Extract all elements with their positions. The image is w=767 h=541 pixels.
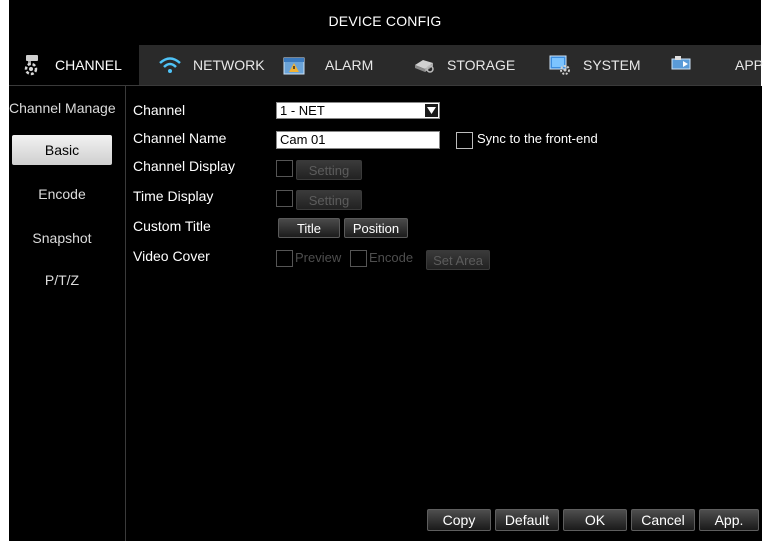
channel-name-label: Channel Name: [133, 130, 227, 146]
sidebar-item-snapshot[interactable]: Snapshot: [12, 223, 112, 253]
copy-button[interactable]: Copy: [427, 509, 491, 531]
custom-title-label: Custom Title: [133, 218, 211, 234]
sidebar-item-ptz[interactable]: P/T/Z: [12, 265, 112, 295]
custom-title-button[interactable]: Title: [278, 218, 340, 238]
tab-storage-label: STORAGE: [447, 57, 516, 73]
sidebar-item-label: P/T/Z: [44, 272, 80, 288]
channel-label: Channel: [133, 102, 186, 118]
tab-network[interactable]: NETWORK: [147, 45, 269, 85]
video-cover-label: Video Cover: [133, 248, 210, 264]
tab-network-label: NETWORK: [193, 57, 265, 73]
channel-display-label: Channel Display: [133, 158, 235, 174]
tab-app[interactable]: APP: [659, 45, 763, 85]
sidebar-item-label: Basic: [44, 142, 80, 158]
default-button[interactable]: Default: [495, 509, 559, 531]
video-cover-encode-checkbox[interactable]: [350, 250, 367, 267]
video-cover-preview-label: Preview: [295, 250, 342, 265]
storage-icon: [411, 52, 437, 78]
tab-channel[interactable]: CHANNEL: [9, 45, 139, 85]
tab-alarm[interactable]: ALARM: [271, 45, 393, 85]
chevron-down-icon: [425, 104, 438, 117]
sync-front-end-checkbox[interactable]: [456, 132, 473, 149]
ok-button[interactable]: OK: [563, 509, 627, 531]
tab-storage[interactable]: STORAGE: [401, 45, 527, 85]
wifi-icon: [157, 52, 183, 78]
cancel-button[interactable]: Cancel: [631, 509, 695, 531]
channel-select-value: 1 - NET: [280, 103, 325, 118]
sync-front-end-label: Sync to the front-end: [477, 131, 598, 146]
channel-select[interactable]: 1 - NET: [276, 102, 440, 119]
time-display-checkbox[interactable]: [276, 190, 293, 207]
tab-system[interactable]: SYSTEM: [537, 45, 659, 85]
sidebar-header: Channel Manage: [9, 100, 116, 116]
window-title: DEVICE CONFIG: [9, 0, 761, 42]
video-cover-encode-label: Encode: [369, 250, 414, 265]
sidebar-item-label: Encode: [38, 186, 86, 202]
sidebar: Channel Manage Basic Encode Snapshot P/T…: [9, 86, 125, 541]
tab-alarm-label: ALARM: [325, 57, 374, 73]
tab-channel-label: CHANNEL: [55, 57, 122, 73]
device-config-window: DEVICE CONFIG CHANNEL NETWORK ALARM STOR…: [9, 0, 763, 541]
video-cover-preview-checkbox[interactable]: [276, 250, 293, 267]
sidebar-item-label: Snapshot: [32, 230, 92, 246]
video-cover-set-area-button[interactable]: Set Area: [426, 250, 490, 270]
custom-position-button[interactable]: Position: [344, 218, 408, 238]
alarm-icon: [281, 52, 307, 78]
sidebar-item-basic[interactable]: Basic: [12, 135, 112, 165]
time-display-setting-button[interactable]: Setting: [296, 190, 362, 210]
system-icon: [547, 52, 573, 78]
apply-button[interactable]: App.: [699, 509, 759, 531]
channel-name-value: Cam 01: [280, 132, 326, 147]
app-icon: [669, 52, 695, 78]
tab-bar: CHANNEL NETWORK ALARM STORAGE SYSTEM APP: [9, 45, 763, 86]
content-panel: Channel 1 - NET Channel Name Cam 01 Sync…: [125, 86, 762, 541]
sidebar-item-encode[interactable]: Encode: [12, 179, 112, 209]
channel-name-input[interactable]: Cam 01: [276, 131, 440, 149]
tab-system-label: SYSTEM: [583, 57, 641, 73]
camera-icon: [19, 52, 45, 78]
time-display-label: Time Display: [133, 188, 214, 204]
channel-display-checkbox[interactable]: [276, 160, 293, 177]
tab-app-label: APP: [735, 57, 764, 73]
channel-display-setting-button[interactable]: Setting: [296, 160, 362, 180]
